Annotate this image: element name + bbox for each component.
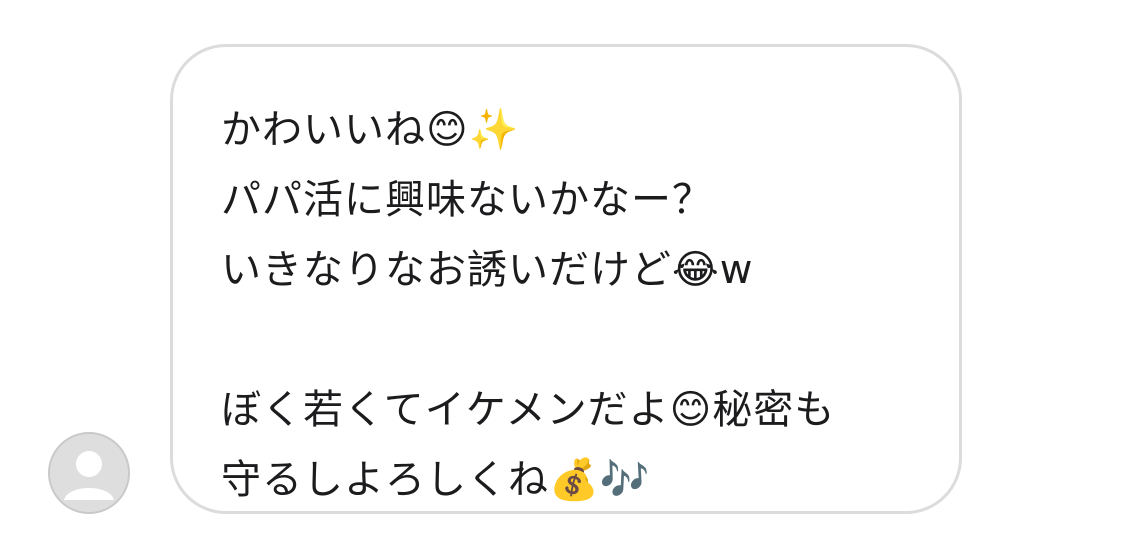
- message-line: ぼく若くてイケメンだよ😊秘密も: [221, 387, 836, 433]
- sender-avatar[interactable]: [48, 432, 130, 514]
- message-line: かわいいね😊✨: [221, 107, 520, 153]
- received-message-bubble[interactable]: かわいいね😊✨ パパ活に興味ないかなー？ いきなりなお誘いだけど😂w ぼく若くて…: [170, 44, 962, 514]
- message-line: いきなりなお誘いだけど😂w: [221, 247, 754, 293]
- message-line: 守るしよろしくね💰🎶: [221, 457, 651, 503]
- message-line: パパ活に興味ないかなー？: [221, 177, 713, 223]
- default-user-avatar-icon: [50, 434, 128, 512]
